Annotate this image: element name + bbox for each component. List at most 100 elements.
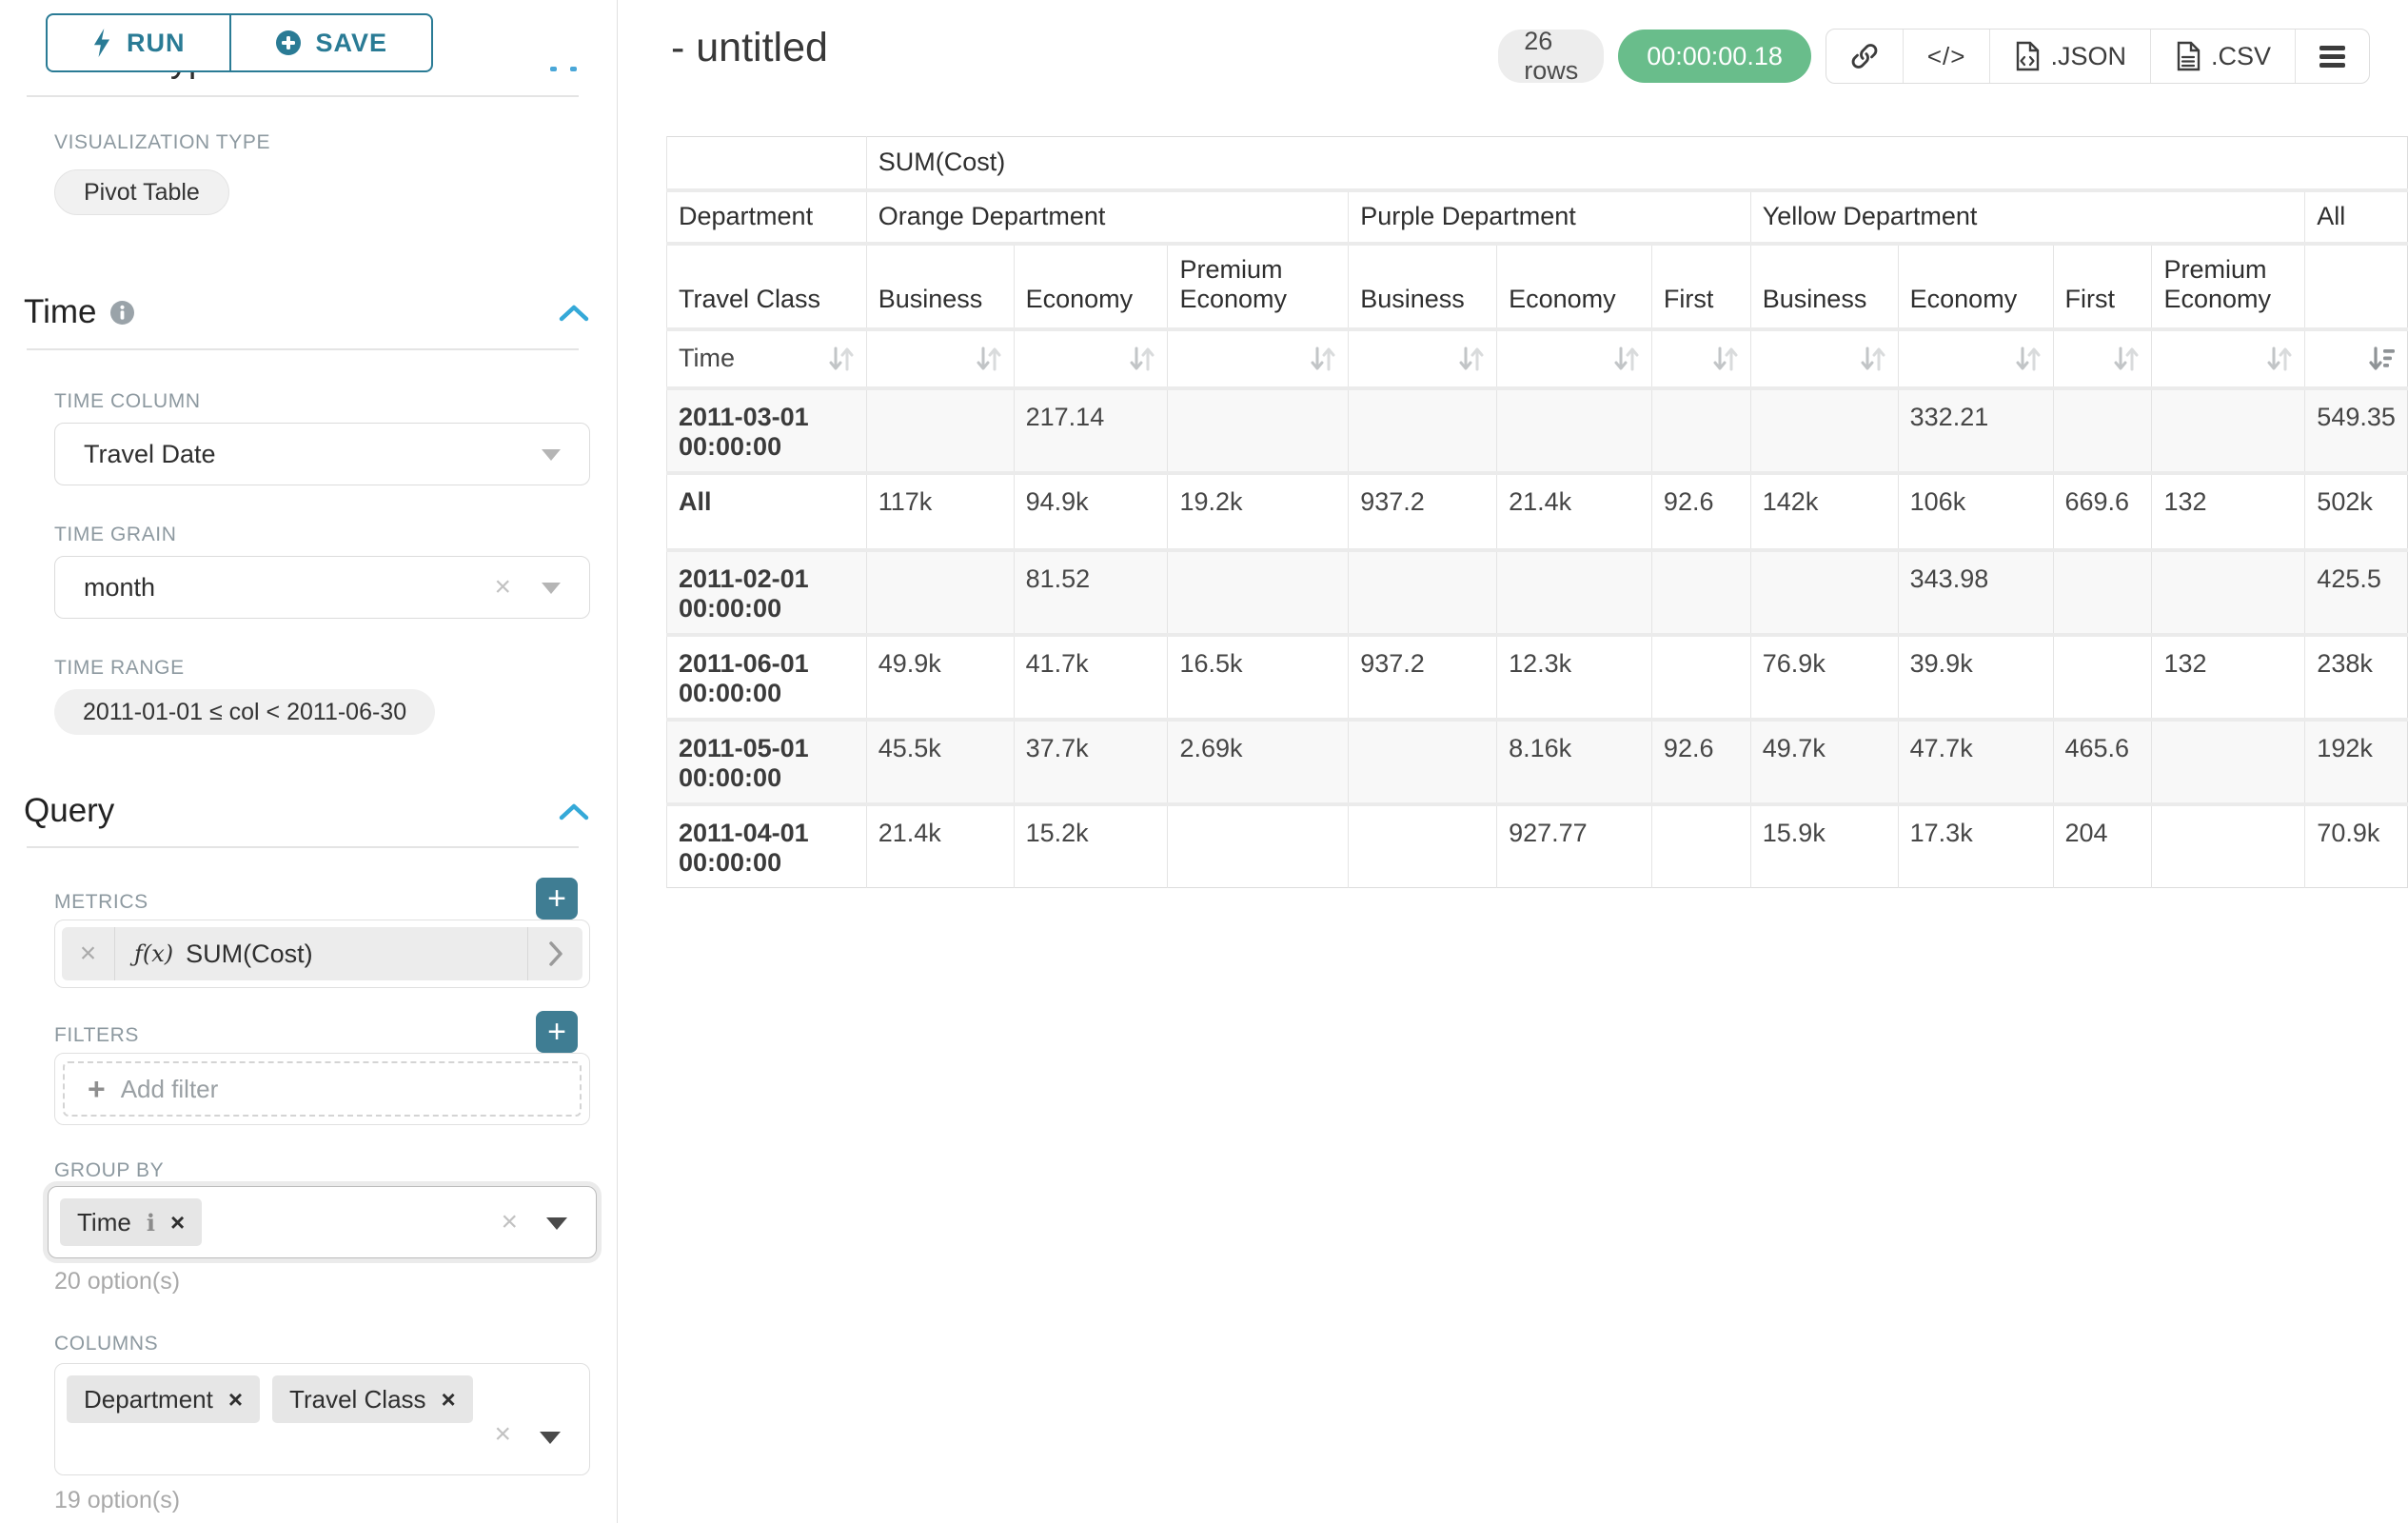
column-sort-header[interactable] <box>1349 329 1497 388</box>
value-cell: 92.6 <box>1651 720 1750 804</box>
expand-metric-icon[interactable] <box>527 927 582 980</box>
value-cell: 217.14 <box>1014 388 1168 473</box>
lightning-bolt-icon <box>91 29 112 57</box>
row-dimension-sort-header[interactable]: Time <box>667 329 867 388</box>
column-sort-header[interactable] <box>1168 329 1349 388</box>
remove-tag-icon[interactable]: × <box>170 1208 185 1237</box>
clear-icon[interactable]: × <box>494 1420 511 1449</box>
sort-icon[interactable] <box>2266 344 2293 374</box>
value-cell: 238k <box>2305 635 2408 720</box>
more-options-button[interactable] <box>2295 30 2369 83</box>
add-metric-button[interactable]: + <box>536 878 578 920</box>
sub-column-header: Premium Economy <box>2152 244 2305 329</box>
sort-icon[interactable] <box>1310 344 1336 374</box>
collapse-time-icon[interactable] <box>558 303 590 324</box>
add-filter-plus-button[interactable]: + <box>536 1011 578 1053</box>
view-query-button[interactable]: </> <box>1903 30 1990 83</box>
value-cell: 76.9k <box>1750 635 1898 720</box>
value-cell: 117k <box>866 473 1014 550</box>
value-cell: 45.5k <box>866 720 1014 804</box>
column-sort-header[interactable] <box>866 329 1014 388</box>
value-cell: 16.5k <box>1168 635 1349 720</box>
query-section-header[interactable]: Query <box>24 792 114 830</box>
value-cell: 41.7k <box>1014 635 1168 720</box>
value-cell <box>1497 550 1652 635</box>
value-cell: 21.4k <box>1497 473 1652 550</box>
table-row: All117k94.9k19.2k937.221.4k92.6142k106k6… <box>667 473 2408 550</box>
time-section-header[interactable]: Time <box>24 293 135 331</box>
export-csv-button[interactable]: .CSV <box>2150 30 2295 83</box>
column-sort-header[interactable] <box>1750 329 1898 388</box>
value-cell: 343.98 <box>1898 550 2053 635</box>
value-cell: 70.9k <box>2305 804 2408 888</box>
group-by-options-hint: 20 option(s) <box>54 1268 180 1296</box>
clear-icon[interactable]: × <box>501 1208 518 1236</box>
selected-tag[interactable]: Timei× <box>60 1198 202 1246</box>
chart-type-collapse-icon[interactable] <box>550 67 577 71</box>
visualization-type-value[interactable]: Pivot Table <box>54 169 229 215</box>
remove-tag-icon[interactable]: × <box>442 1385 456 1414</box>
query-actions: RUN SAVE <box>46 13 433 72</box>
columns-label: COLUMNS <box>54 1333 158 1355</box>
chevron-down-icon[interactable] <box>540 1432 561 1444</box>
sort-icon[interactable] <box>828 344 855 374</box>
time-column-select[interactable]: Travel Date <box>54 423 590 485</box>
value-cell: 37.7k <box>1014 720 1168 804</box>
columns-select[interactable]: Department× Travel Class × × <box>54 1363 590 1475</box>
table-row: 2011-02-01 00:00:0081.52343.98425.5 <box>667 550 2408 635</box>
sort-icon[interactable] <box>1613 344 1640 374</box>
value-cell: 17.3k <box>1898 804 2053 888</box>
divider <box>27 846 579 848</box>
row-header: 2011-06-01 00:00:00 <box>667 635 867 720</box>
selected-tag[interactable]: Travel Class × <box>272 1375 473 1423</box>
column-sort-header[interactable] <box>2152 329 2305 388</box>
clear-icon[interactable]: × <box>494 573 511 602</box>
sort-icon[interactable] <box>2015 344 2042 374</box>
sort-icon[interactable] <box>1860 344 1886 374</box>
value-cell <box>1349 388 1497 473</box>
table-row: 2011-06-01 00:00:0049.9k41.7k16.5k937.21… <box>667 635 2408 720</box>
add-filter-button[interactable]: + Add filter <box>63 1061 582 1117</box>
sub-column-header <box>2305 244 2408 329</box>
group-by-select[interactable]: Timei× × <box>48 1186 597 1258</box>
sort-icon[interactable] <box>1458 344 1485 374</box>
column-sort-header[interactable] <box>1014 329 1168 388</box>
time-grain-select[interactable]: month × <box>54 556 590 619</box>
sort-icon[interactable] <box>1712 344 1739 374</box>
filters-control: + Add filter <box>54 1053 590 1125</box>
row-header: 2011-03-01 00:00:00 <box>667 388 867 473</box>
sort-icon[interactable] <box>976 344 1002 374</box>
value-cell <box>1349 804 1497 888</box>
chevron-down-icon[interactable] <box>546 1217 567 1230</box>
row-header: 2011-04-01 00:00:00 <box>667 804 867 888</box>
column-sort-header[interactable] <box>1651 329 1750 388</box>
metric-header: SUM(Cost) <box>866 137 2407 190</box>
value-cell: 669.6 <box>2053 473 2152 550</box>
run-button[interactable]: RUN <box>46 13 230 72</box>
value-cell: 49.7k <box>1750 720 1898 804</box>
column-sort-header[interactable] <box>2053 329 2152 388</box>
share-link-button[interactable] <box>1826 30 1903 83</box>
chart-title[interactable]: - untitled <box>671 25 828 71</box>
json-file-icon <box>2014 41 2041 71</box>
sort-descending-icon[interactable] <box>2367 344 2396 374</box>
remove-metric-icon[interactable]: × <box>62 927 115 980</box>
value-cell <box>2152 804 2305 888</box>
tag-label: Travel Class <box>289 1385 426 1414</box>
selected-tag[interactable]: Department× <box>67 1375 260 1423</box>
export-json-button[interactable]: .JSON <box>1989 30 2150 83</box>
value-cell: 106k <box>1898 473 2053 550</box>
column-sort-header[interactable] <box>1497 329 1652 388</box>
metric-pill[interactable]: × ƒ(x) SUM(Cost) <box>62 927 582 980</box>
value-cell <box>1168 388 1349 473</box>
column-sort-header[interactable] <box>1898 329 2053 388</box>
remove-tag-icon[interactable]: × <box>228 1385 243 1414</box>
save-button[interactable]: SAVE <box>230 13 434 72</box>
time-range-value[interactable]: 2011-01-01 ≤ col < 2011-06-30 <box>54 689 435 735</box>
sort-icon[interactable] <box>2113 344 2140 374</box>
collapse-query-icon[interactable] <box>558 801 590 822</box>
code-icon: </> <box>1927 42 1966 71</box>
sort-icon[interactable] <box>1129 344 1155 374</box>
sub-column-header: First <box>2053 244 2152 329</box>
column-sorted-header[interactable] <box>2305 329 2408 388</box>
